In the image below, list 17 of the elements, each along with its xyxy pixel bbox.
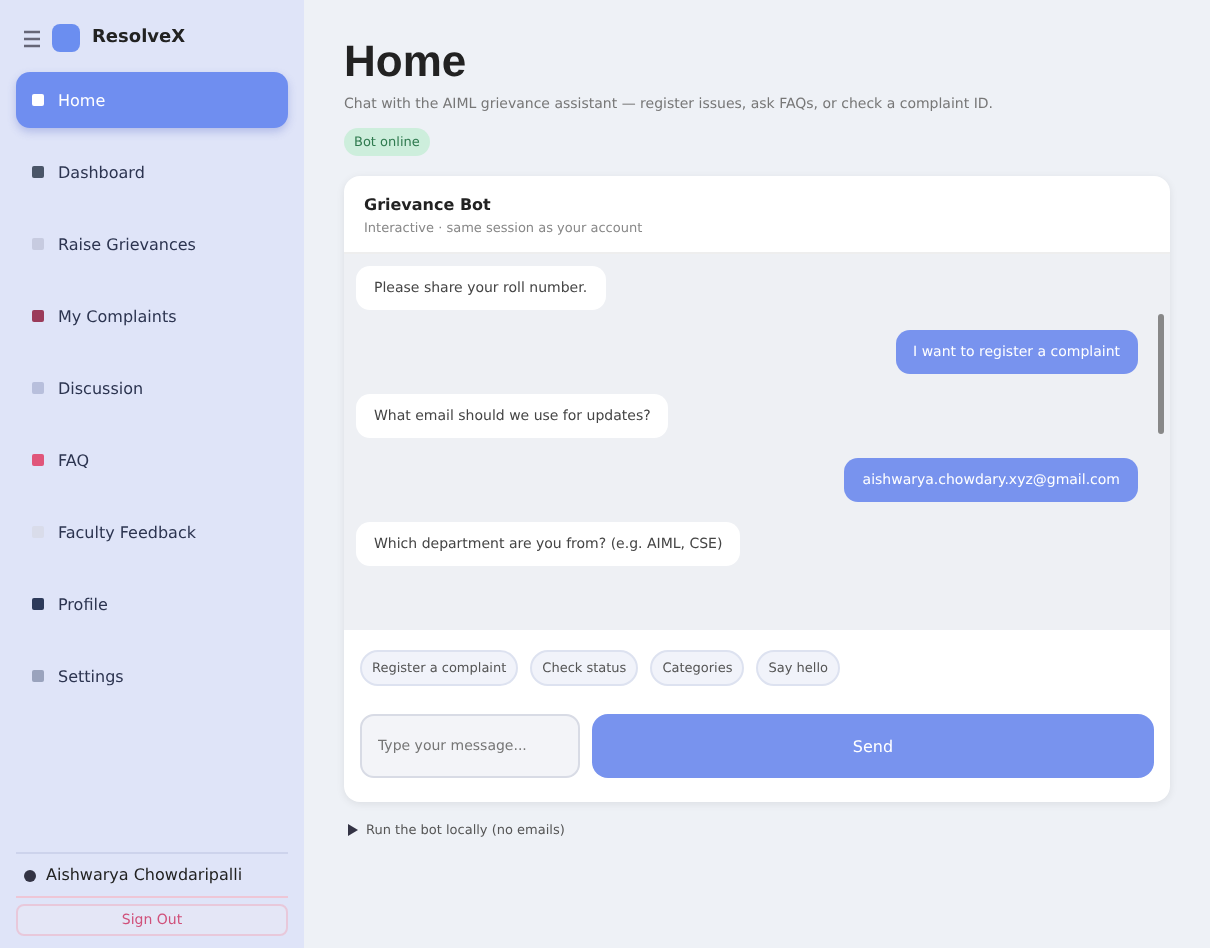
nav-item[interactable]: Faculty Feedback — [16, 504, 288, 560]
user-icon — [24, 869, 36, 881]
user-name: Aishwarya Chowdaripalli — [46, 866, 243, 884]
nav-item[interactable]: Raise Grievances — [16, 216, 288, 272]
page-title: Home — [344, 36, 469, 88]
menu-icon[interactable] — [24, 29, 40, 47]
scrollbar[interactable] — [1158, 314, 1164, 434]
nav-item[interactable]: Settings — [16, 648, 288, 704]
nav-item[interactable]: My Complaints — [16, 288, 288, 344]
nav-item[interactable]: Profile — [16, 576, 288, 632]
chat-title: Grievance Bot — [364, 196, 493, 214]
nav-item[interactable]: Dashboard — [16, 144, 288, 200]
nav-item[interactable]: Discussion — [16, 360, 288, 416]
logo-icon — [52, 24, 80, 52]
nav-item[interactable]: FAQ — [16, 432, 288, 488]
caret-icon[interactable] — [348, 824, 358, 836]
brand-name: ResolveX — [92, 28, 186, 48]
